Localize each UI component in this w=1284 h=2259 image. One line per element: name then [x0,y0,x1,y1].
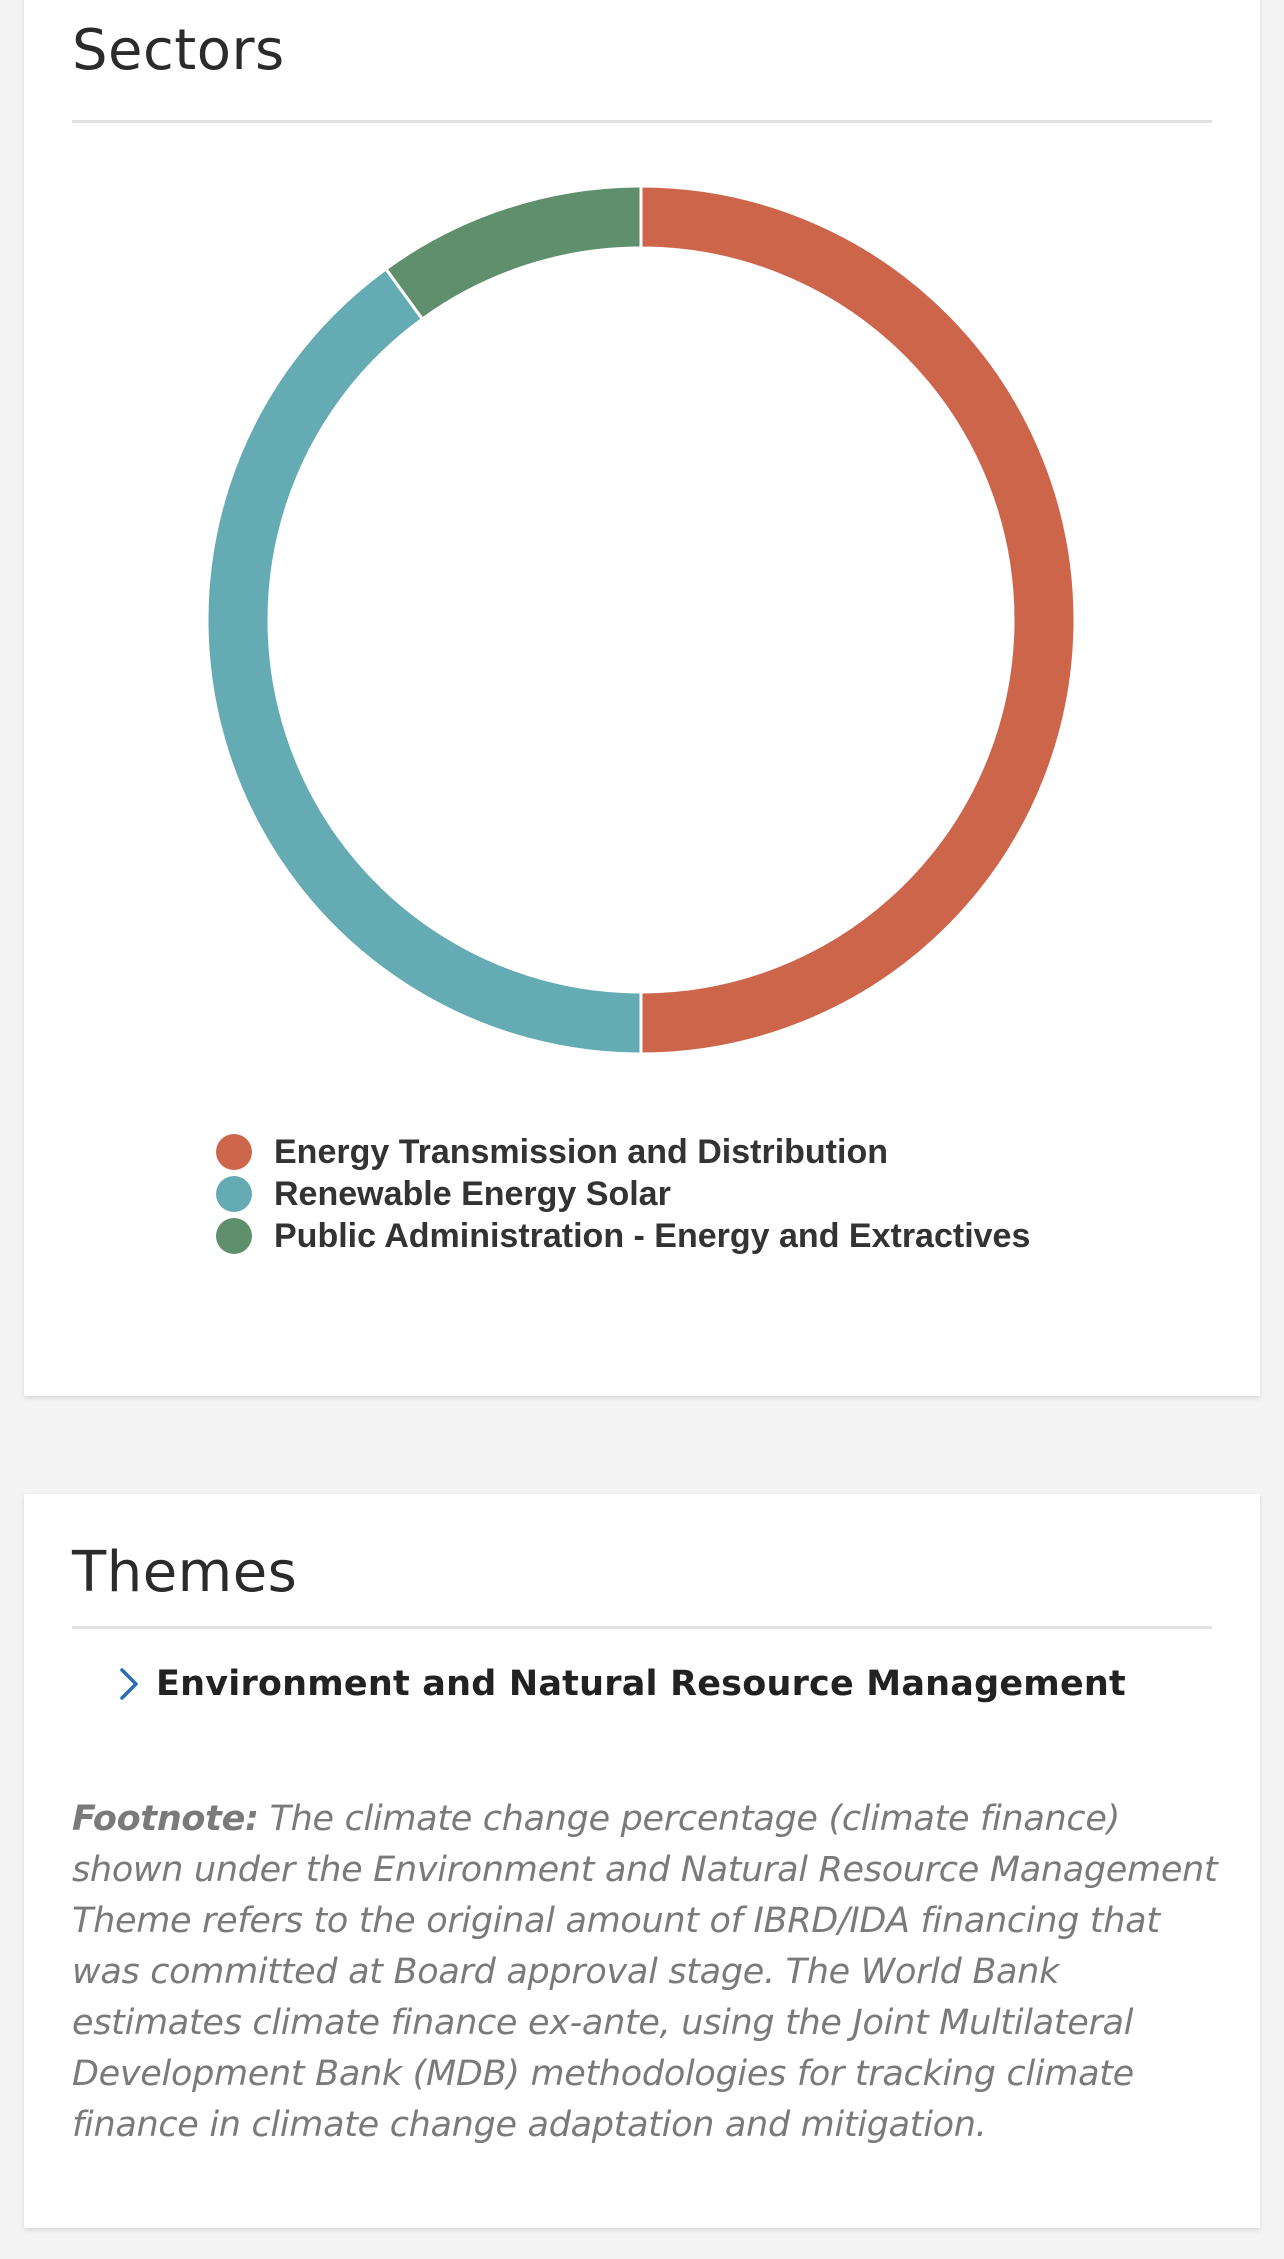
legend-dot-icon [216,1134,252,1170]
legend-label: Public Administration - Energy and Extra… [274,1216,1031,1255]
chevron-right-icon [120,1668,138,1700]
donut-slice-public-administration-energy-and-extractives[interactable] [383,184,643,322]
footnote: Footnote: The climate change percentage … [72,1794,1222,2151]
footnote-text: The climate change percentage (climate f… [72,1799,1218,2145]
donut-slice-energy-transmission-and-distribution[interactable] [639,184,1077,1056]
theme-item-environment[interactable]: Environment and Natural Resource Managem… [114,1664,1126,1704]
themes-title: Themes [72,1540,298,1605]
themes-divider [72,1626,1212,1629]
themes-card: Themes Environment and Natural Resource … [24,1494,1260,2228]
legend-item[interactable]: Energy Transmission and Distribution [216,1131,1030,1173]
legend-item[interactable]: Public Administration - Energy and Extra… [216,1215,1030,1257]
legend-dot-icon [216,1218,252,1254]
legend-item[interactable]: Renewable Energy Solar [216,1173,1030,1215]
theme-item-label: Environment and Natural Resource Managem… [156,1664,1126,1704]
footnote-label: Footnote: [72,1799,259,1839]
donut-slice-renewable-energy-solar[interactable] [205,266,643,1056]
sectors-card: Sectors Energy Transmission and Distribu… [24,0,1260,1396]
sectors-donut-chart [205,184,1077,1056]
legend-label: Energy Transmission and Distribution [274,1132,888,1171]
legend-dot-icon [216,1176,252,1212]
legend-label: Renewable Energy Solar [274,1174,671,1213]
chart-legend: Energy Transmission and Distribution Rene… [216,1131,1030,1257]
